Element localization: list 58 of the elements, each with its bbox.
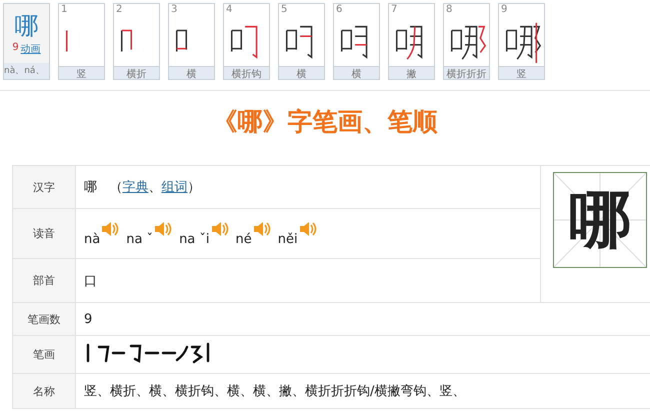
step-number: 7 bbox=[390, 4, 398, 16]
pinyin-reading: na ˇi bbox=[179, 232, 210, 246]
stroke-step-drawing bbox=[285, 26, 312, 59]
field-label: 汉字 bbox=[33, 180, 55, 194]
stroke-count: 9 bbox=[12, 42, 19, 55]
stroke-name: 横折折折 bbox=[444, 66, 489, 79]
stroke-step-drawing bbox=[340, 26, 367, 59]
step-number: 5 bbox=[280, 4, 288, 16]
large-character: 哪 bbox=[569, 189, 631, 251]
stroke-step-drawing bbox=[230, 26, 257, 59]
character: 哪 bbox=[14, 14, 38, 38]
field-label: 笔画 bbox=[33, 348, 55, 361]
stroke-name: 横 bbox=[334, 66, 379, 79]
field-value: 9 bbox=[84, 312, 92, 326]
stroke-name: 横折 bbox=[114, 66, 159, 79]
field-label: 部首 bbox=[33, 274, 55, 287]
bracket: （ bbox=[109, 180, 122, 195]
stroke-name: 竖 bbox=[499, 66, 544, 79]
separator: 、 bbox=[148, 180, 162, 195]
field-label: 读音 bbox=[33, 227, 55, 240]
step-number: 4 bbox=[225, 4, 234, 16]
pinyin-reading: né bbox=[236, 232, 252, 246]
stroke-step-drawing bbox=[175, 30, 187, 52]
field-label: 名称 bbox=[33, 384, 55, 398]
character-value: 哪 bbox=[84, 180, 97, 195]
stroke-step-drawing bbox=[395, 26, 422, 60]
speaker-icon[interactable] bbox=[154, 220, 174, 236]
speaker-icon[interactable] bbox=[298, 220, 318, 236]
stroke-name: 横折钩 bbox=[224, 66, 269, 79]
step-number: 6 bbox=[335, 4, 344, 16]
stroke-name: 竖 bbox=[59, 66, 104, 79]
stroke-step-drawing bbox=[450, 26, 486, 60]
stroke-name: 横 bbox=[279, 66, 324, 79]
bracket: ） bbox=[187, 180, 200, 195]
pinyin-reading: na ˇ bbox=[126, 232, 154, 246]
step-number: 1 bbox=[60, 4, 68, 16]
stroke-step-drawing bbox=[120, 30, 132, 52]
stroke-step-drawing bbox=[65, 30, 67, 52]
stroke-name: 横 bbox=[169, 66, 214, 79]
pinyin-reading: nà bbox=[84, 232, 100, 246]
field-value: 竖、横折、横、横折钩、横、横、撇、横折折折钩/横撇弯钩、竖、 bbox=[84, 384, 466, 399]
dictionary-link[interactable]: 组词 bbox=[161, 180, 188, 195]
speaker-icon[interactable] bbox=[101, 220, 120, 236]
field-value: 口 bbox=[84, 274, 97, 288]
animation-link[interactable]: 动画 bbox=[20, 42, 41, 56]
pinyin: nà、ná、 bbox=[4, 63, 49, 79]
step-number: 8 bbox=[445, 4, 454, 16]
stroke-step-drawing bbox=[505, 22, 541, 63]
dictionary-link[interactable]: 字典 bbox=[122, 180, 148, 195]
speaker-icon[interactable] bbox=[210, 220, 230, 236]
stroke-name: 撇 bbox=[389, 66, 434, 79]
step-number: 2 bbox=[115, 4, 124, 16]
pinyin-reading: něi bbox=[278, 232, 298, 246]
step-number: 3 bbox=[170, 4, 178, 16]
page-title: 《哪》字笔画、笔顺 bbox=[212, 106, 438, 137]
step-number: 9 bbox=[500, 4, 508, 16]
speaker-icon[interactable] bbox=[252, 220, 272, 236]
field-label: 笔画数 bbox=[28, 312, 60, 326]
